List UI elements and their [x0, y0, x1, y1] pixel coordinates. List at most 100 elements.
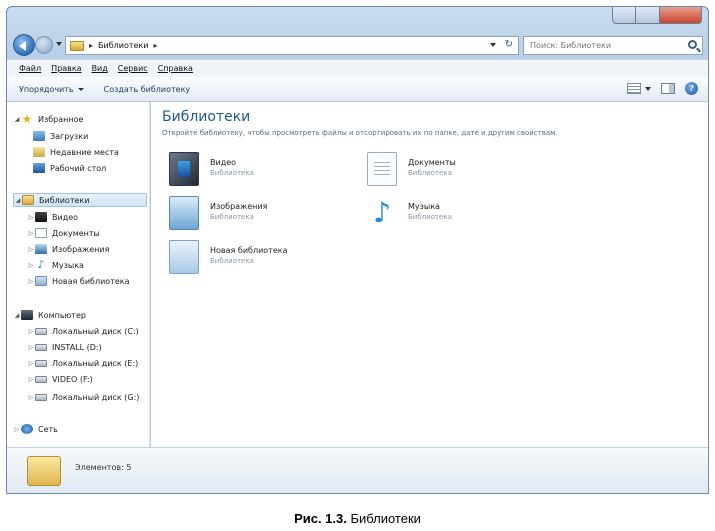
item-count: Элементов: 5: [75, 463, 132, 472]
library-music[interactable]: ♪ Музыка Библиотека: [367, 196, 557, 232]
minimize-button[interactable]: [612, 7, 636, 24]
nav-lib-music-label: Музыка: [52, 260, 84, 270]
nav-libraries-label: Библиотеки: [39, 195, 90, 205]
address-bar[interactable]: ▸ Библиотеки ▸ ↻: [65, 36, 519, 55]
menu-view[interactable]: Вид: [92, 64, 108, 73]
collapsed-arrow-icon[interactable]: ▷: [27, 262, 35, 269]
nav-downloads-label: Загрузки: [50, 131, 89, 141]
collapsed-arrow-icon[interactable]: ▷: [27, 344, 35, 351]
command-bar: Упорядочить Создать библиотеку ?: [7, 77, 708, 102]
nav-lib-new[interactable]: ▷ Новая библиотека: [27, 274, 129, 288]
network-icon: [21, 424, 33, 434]
collapsed-arrow-icon[interactable]: ▷: [27, 214, 35, 221]
nav-recent-places[interactable]: Недавние места: [33, 145, 119, 159]
refresh-icon[interactable]: ↻: [505, 39, 513, 50]
nav-disk-f-label: VIDEO (F:): [52, 374, 93, 384]
star-icon: ★: [21, 112, 33, 126]
change-view-icon[interactable]: [627, 83, 641, 94]
nav-computer[interactable]: ◢ Компьютер: [13, 308, 86, 322]
library-new[interactable]: Новая библиотека Библиотека: [169, 240, 359, 276]
nav-libraries[interactable]: ◢ Библиотеки: [13, 193, 147, 207]
nav-computer-label: Компьютер: [38, 310, 86, 320]
computer-icon: [21, 310, 33, 320]
expanded-arrow-icon[interactable]: ◢: [13, 116, 21, 123]
nav-lib-video[interactable]: ▷ Видео: [27, 210, 78, 224]
nav-disk-e-label: Локальный диск (E:): [52, 358, 139, 368]
close-button[interactable]: [660, 7, 702, 24]
nav-lib-images-label: Изображения: [52, 244, 110, 254]
library-type: Библиотека: [408, 169, 452, 177]
library-documents[interactable]: Документы Библиотека: [367, 152, 557, 188]
nav-network-label: Сеть: [38, 424, 58, 434]
figure-label: Рис. 1.3.: [294, 511, 347, 526]
view-options-dropdown-icon[interactable]: [645, 87, 651, 94]
collapsed-arrow-icon[interactable]: ▷: [27, 328, 35, 335]
organize-button[interactable]: Упорядочить: [19, 85, 84, 94]
search-box[interactable]: [523, 36, 703, 55]
nav-disk-d[interactable]: ▷ INSTALL (D:): [27, 340, 102, 354]
organize-label: Упорядочить: [19, 84, 74, 94]
collapsed-arrow-icon[interactable]: ▷: [27, 394, 35, 401]
nav-downloads[interactable]: Загрузки: [33, 129, 88, 143]
menu-tools[interactable]: Сервис: [118, 64, 148, 73]
collapsed-arrow-icon[interactable]: ▷: [27, 230, 35, 237]
music-note-icon: ♪: [373, 196, 391, 229]
address-dropdown-icon[interactable]: [490, 43, 496, 50]
navigation-bar: ▸ Библиотеки ▸ ↻: [7, 31, 708, 59]
expanded-arrow-icon[interactable]: ◢: [14, 197, 22, 204]
search-icon[interactable]: [688, 40, 697, 49]
library-video[interactable]: Видео Библиотека: [169, 152, 359, 188]
forward-button[interactable]: [35, 36, 53, 54]
library-images[interactable]: Изображения Библиотека: [169, 196, 359, 232]
breadcrumb-libraries[interactable]: Библиотеки: [98, 41, 148, 50]
system-drive-icon: [35, 327, 47, 335]
title-bar: [7, 7, 708, 31]
nav-desktop[interactable]: Рабочий стол: [33, 161, 106, 175]
collapsed-arrow-icon[interactable]: ▷: [27, 360, 35, 367]
search-input[interactable]: [524, 41, 674, 50]
view-controls: ?: [627, 82, 698, 95]
navigation-pane: ◢ ★ Избранное Загрузки Недавние места Ра…: [7, 102, 150, 447]
maximize-button[interactable]: [636, 7, 660, 24]
music-note-icon: ♪: [37, 258, 45, 271]
recent-pages-dropdown[interactable]: [56, 42, 62, 49]
nav-disk-e[interactable]: ▷ Локальный диск (E:): [27, 356, 139, 370]
collapsed-arrow-icon[interactable]: ▷: [27, 246, 35, 253]
hard-drive-icon: [35, 359, 47, 367]
details-pane: Элементов: 5: [7, 447, 708, 493]
library-type: Библиотека: [210, 257, 254, 265]
expanded-arrow-icon[interactable]: ◢: [13, 312, 21, 319]
nav-disk-f[interactable]: ▷ VIDEO (F:): [27, 372, 93, 386]
nav-disk-c[interactable]: ▷ Локальный диск (C:): [27, 324, 139, 338]
nav-lib-documents[interactable]: ▷ Документы: [27, 226, 100, 240]
collapsed-arrow-icon[interactable]: ▷: [27, 376, 35, 383]
library-name: Изображения: [210, 202, 268, 211]
nav-disk-g[interactable]: ▷ Локальный диск (G:): [27, 390, 140, 404]
nav-lib-music[interactable]: ▷ ♪ Музыка: [27, 258, 84, 272]
nav-favorites-label: Избранное: [38, 114, 84, 124]
collapsed-arrow-icon[interactable]: ▷: [13, 426, 21, 433]
nav-lib-video-label: Видео: [52, 212, 79, 222]
menu-edit[interactable]: Правка: [51, 64, 81, 73]
nav-disk-g-label: Локальный диск (G:): [52, 392, 140, 402]
figure-caption: Рис. 1.3. Библиотеки: [0, 511, 715, 526]
new-library-label: Создать библиотеку: [103, 84, 191, 94]
nav-network[interactable]: ▷ Сеть: [13, 422, 58, 436]
breadcrumb-end-chevron-icon[interactable]: ▸: [153, 41, 157, 50]
new-library-button[interactable]: Создать библиотеку: [104, 85, 191, 94]
libraries-folder-icon: [22, 195, 34, 205]
preview-pane-icon[interactable]: [661, 83, 675, 94]
back-button[interactable]: [13, 34, 35, 56]
nav-favorites[interactable]: ◢ ★ Избранное: [13, 112, 84, 126]
recent-places-icon: [33, 147, 45, 157]
libraries-folder-icon: [27, 456, 61, 486]
nav-lib-images[interactable]: ▷ Изображения: [27, 242, 109, 256]
breadcrumb-chevron-icon[interactable]: ▸: [89, 41, 93, 50]
menu-file[interactable]: Файл: [19, 64, 41, 73]
window-controls: [612, 7, 702, 24]
documents-library-icon: [367, 152, 397, 186]
menu-help[interactable]: Справка: [158, 64, 193, 73]
collapsed-arrow-icon[interactable]: ▷: [27, 278, 35, 285]
downloads-folder-icon: [33, 131, 45, 141]
help-icon[interactable]: ?: [685, 82, 698, 95]
